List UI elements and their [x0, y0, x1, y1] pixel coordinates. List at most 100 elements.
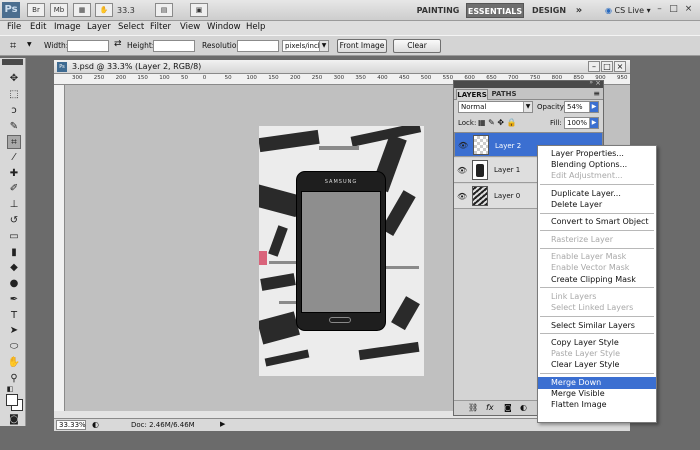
crop-tool-icon[interactable]: ⌗: [7, 135, 21, 149]
view-extras-button[interactable]: ▦: [73, 3, 91, 17]
foreground-color-swatch[interactable]: [6, 394, 18, 406]
blur-tool-icon[interactable]: ◆: [7, 261, 21, 275]
panel-close-icon[interactable]: ×: [595, 79, 601, 87]
clone-stamp-tool-icon[interactable]: ⊥: [7, 198, 21, 212]
clear-button[interactable]: Clear: [393, 39, 441, 53]
path-selection-tool-icon[interactable]: ➤: [7, 324, 21, 338]
lock-transparent-icon[interactable]: ▦: [478, 118, 486, 127]
menu-layer[interactable]: Layer: [87, 22, 111, 32]
eraser-tool-icon[interactable]: ▭: [7, 230, 21, 244]
blend-mode-select[interactable]: Normal ▼: [458, 101, 533, 113]
tab-paths[interactable]: PATHS: [490, 89, 518, 100]
gradient-tool-icon[interactable]: ▮: [7, 246, 21, 260]
adjustment-layer-icon[interactable]: ◐: [520, 403, 527, 412]
menu-window[interactable]: Window: [207, 22, 241, 32]
fill-field[interactable]: 100% ▶: [564, 117, 599, 129]
history-brush-tool-icon[interactable]: ↺: [7, 214, 21, 228]
menu-filter[interactable]: Filter: [150, 22, 171, 32]
opacity-slider-icon[interactable]: ▶: [589, 102, 598, 112]
link-layers-icon[interactable]: ⛓: [468, 403, 478, 412]
lock-image-icon[interactable]: ✎: [488, 118, 495, 127]
workspace-painting[interactable]: PAINTING: [414, 3, 462, 18]
opacity-field[interactable]: 54% ▶: [564, 101, 599, 113]
hand-tool-icon[interactable]: ✋: [7, 356, 21, 370]
menu-item-blending-options[interactable]: Blending Options...: [538, 159, 656, 171]
status-zoom-field[interactable]: 33.33%: [56, 420, 86, 430]
status-info-icon[interactable]: ◐: [92, 420, 99, 429]
menu-item-clear-layer-style[interactable]: Clear Layer Style: [538, 359, 656, 371]
swap-dimensions-icon[interactable]: ⇄: [114, 39, 122, 49]
layer-thumbnail: [472, 186, 488, 206]
shape-tool-icon[interactable]: ⬭: [7, 340, 21, 354]
menu-item-duplicate-layer[interactable]: Duplicate Layer...: [538, 188, 656, 200]
lasso-tool-icon[interactable]: ↄ: [7, 104, 21, 118]
zoom-level-field[interactable]: 33.3: [117, 4, 147, 17]
move-tool-icon[interactable]: ✥: [7, 72, 21, 86]
maximize-button[interactable]: □: [668, 4, 679, 15]
doc-maximize-button[interactable]: □: [601, 61, 613, 72]
hand-tool-button[interactable]: ✋: [95, 3, 113, 17]
front-image-button[interactable]: Front Image: [337, 39, 387, 53]
menu-file[interactable]: File: [7, 22, 21, 32]
visibility-eye-icon[interactable]: 👁: [458, 141, 468, 150]
vertical-ruler[interactable]: [54, 85, 65, 411]
pen-tool-icon[interactable]: ✒: [7, 293, 21, 307]
minibridge-button[interactable]: Mb: [50, 3, 68, 17]
resolution-unit-select[interactable]: pixels/inch ▼: [282, 40, 329, 52]
width-input[interactable]: [67, 40, 109, 52]
menu-item-copy-layer-style[interactable]: Copy Layer Style: [538, 337, 656, 349]
menu-item-select-similar-layers[interactable]: Select Similar Layers: [538, 320, 656, 332]
panel-menu-icon[interactable]: ≡: [593, 89, 600, 98]
dodge-tool-icon[interactable]: ●: [7, 277, 21, 291]
tools-panel-grip[interactable]: [2, 59, 23, 65]
layer-style-icon[interactable]: fx: [486, 403, 494, 412]
document-tab[interactable]: Ps 3.psd @ 33.3% (Layer 2, RGB/8) – □ ×: [54, 60, 630, 74]
workspace-design[interactable]: DESIGN: [529, 3, 569, 18]
brush-tool-icon[interactable]: ✐: [7, 182, 21, 196]
collapse-icon[interactable]: »: [589, 79, 593, 86]
quick-mask-icon[interactable]: ◙: [7, 413, 21, 427]
lock-all-icon[interactable]: 🔒: [507, 118, 517, 127]
healing-brush-tool-icon[interactable]: ✚: [7, 167, 21, 181]
tab-layers[interactable]: LAYERS: [456, 89, 488, 100]
menu-edit[interactable]: Edit: [30, 22, 46, 32]
close-button[interactable]: ×: [683, 4, 694, 15]
add-mask-icon[interactable]: ◙: [504, 403, 512, 412]
type-tool-icon[interactable]: T: [7, 309, 21, 323]
marquee-tool-icon[interactable]: ⬚: [7, 88, 21, 102]
workspace-essentials[interactable]: ESSENTIALS: [466, 3, 524, 18]
eyedropper-tool-icon[interactable]: ⁄: [7, 151, 21, 165]
menu-image[interactable]: Image: [54, 22, 81, 32]
lock-label: Lock:: [458, 119, 477, 127]
arrange-documents-button[interactable]: ▤: [155, 3, 173, 17]
menu-item-create-clipping-mask[interactable]: Create Clipping Mask: [538, 274, 656, 286]
menu-item-merge-down[interactable]: Merge Down: [538, 376, 656, 389]
menu-item-convert-to-smart-object[interactable]: Convert to Smart Object: [538, 216, 656, 228]
lock-icons[interactable]: ▦ ✎ ✥ 🔒: [478, 118, 517, 127]
fill-slider-icon[interactable]: ▶: [589, 118, 598, 128]
cs-live-button[interactable]: ◉ CS Live ▾: [605, 3, 651, 18]
menu-view[interactable]: View: [180, 22, 200, 32]
status-menu-icon[interactable]: ▶: [220, 420, 225, 428]
screen-mode-button[interactable]: ▣: [190, 3, 208, 17]
more-workspaces-button[interactable]: »: [572, 3, 586, 18]
bridge-button[interactable]: Br: [27, 3, 45, 17]
visibility-eye-icon[interactable]: 👁: [457, 192, 467, 201]
resolution-input[interactable]: [237, 40, 279, 52]
minimize-button[interactable]: –: [654, 4, 665, 15]
menu-item-merge-visible[interactable]: Merge Visible: [538, 388, 656, 400]
menu-select[interactable]: Select: [118, 22, 144, 32]
menu-item-flatten-image[interactable]: Flatten Image: [538, 399, 656, 411]
doc-minimize-button[interactable]: –: [588, 61, 600, 72]
lock-position-icon[interactable]: ✥: [497, 118, 504, 127]
panel-header[interactable]: » ×: [454, 79, 603, 88]
tool-preset-dropdown-icon[interactable]: ▼: [27, 41, 32, 48]
menu-item-layer-properties[interactable]: Layer Properties...: [538, 148, 656, 160]
doc-close-button[interactable]: ×: [614, 61, 626, 72]
height-input[interactable]: [153, 40, 195, 52]
quick-selection-tool-icon[interactable]: ✎: [7, 120, 21, 134]
menu-help[interactable]: Help: [246, 22, 265, 32]
visibility-eye-icon[interactable]: 👁: [457, 166, 467, 175]
menu-item-delete-layer[interactable]: Delete Layer: [538, 199, 656, 211]
crop-tool-preset-icon[interactable]: ⌗: [10, 39, 16, 53]
